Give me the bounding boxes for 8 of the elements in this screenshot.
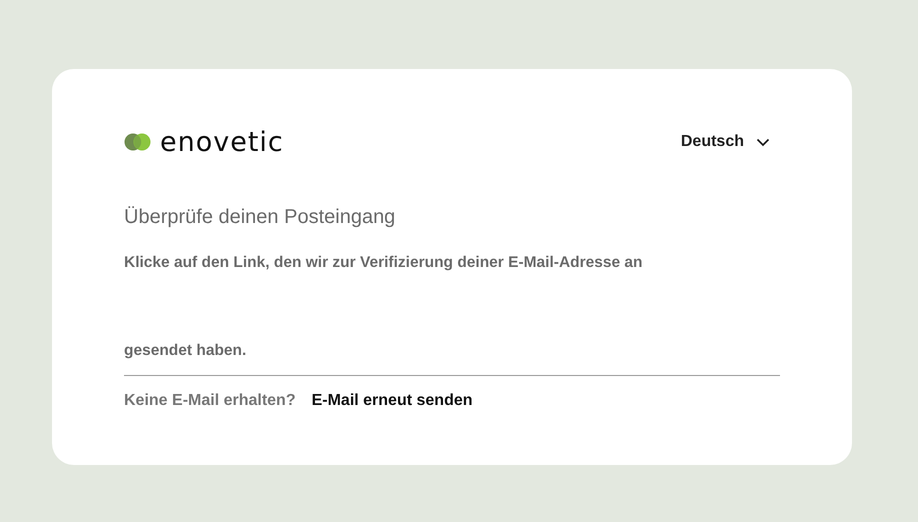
language-selector[interactable]: Deutsch bbox=[680, 133, 770, 151]
brand-name: enovetic bbox=[160, 128, 284, 156]
message: Klicke auf den Link, den wir zur Verifizierung deiner E-Mail-Adresse an gesendet haben. bbox=[124, 253, 644, 361]
logo-icon bbox=[124, 132, 152, 152]
heading: Überprüfe deinen Posteingang bbox=[124, 205, 396, 230]
chevron-down-icon bbox=[756, 138, 770, 146]
resend-prompt: Keine E-Mail erhalten? bbox=[124, 392, 296, 410]
resend-link[interactable]: E-Mail erneut senden bbox=[312, 392, 473, 410]
